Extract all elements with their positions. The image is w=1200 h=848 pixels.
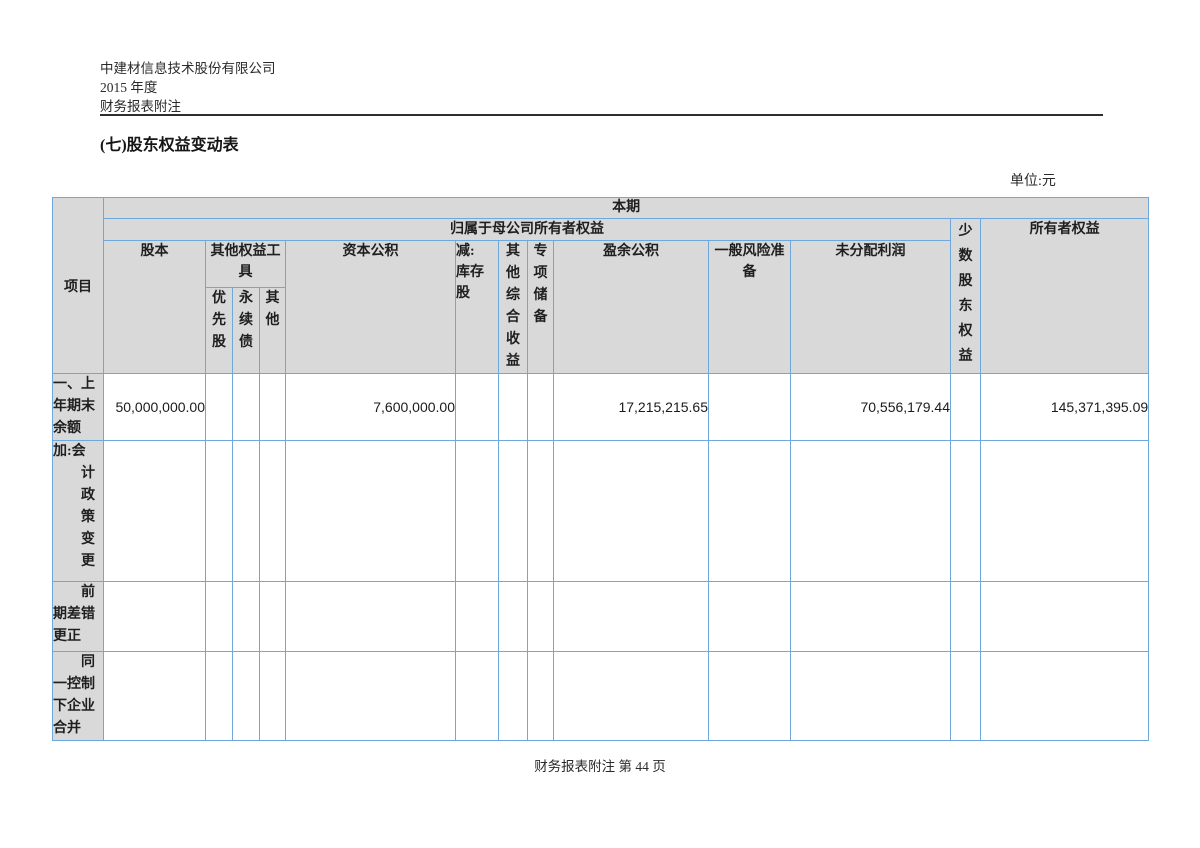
cell-preferred-shares <box>206 374 233 441</box>
cell-other-comprehensive-income <box>499 582 528 652</box>
cell-surplus-reserve: 17,215,215.65 <box>554 374 709 441</box>
header-current-period: 本期 <box>104 198 1149 219</box>
cell-capital-reserve <box>286 441 456 582</box>
cell-other-comprehensive-income <box>499 652 528 741</box>
cell-preferred-shares <box>206 582 233 652</box>
table-row-opening-balance: 一、上 年期末 余额 50,000,000.00 7,600,000.00 17… <box>53 374 1149 441</box>
header-surplus-reserve: 盈余公积 <box>554 241 709 374</box>
header-preferred-shares: 优 先 股 <box>206 287 233 373</box>
document-header: 中建材信息技术股份有限公司 2015 年度 财务报表附注 <box>100 59 276 116</box>
cell-capital-reserve <box>286 582 456 652</box>
cell-minority-interest <box>951 582 981 652</box>
cell-less-treasury-shares <box>456 441 499 582</box>
cell-special-reserve <box>528 374 554 441</box>
cell-share-capital <box>104 582 206 652</box>
header-perpetual-bonds: 永 续 债 <box>233 287 260 373</box>
header-capital-reserve: 资本公积 <box>286 241 456 374</box>
cell-other-comprehensive-income <box>499 374 528 441</box>
row-label: 一、上 年期末 余额 <box>53 374 104 441</box>
header-others: 其 他 <box>260 287 286 373</box>
table-row-prior-period-error-correction: 前 期差错 更正 <box>53 582 1149 652</box>
cell-special-reserve <box>528 652 554 741</box>
cell-special-reserve <box>528 441 554 582</box>
header-share-capital: 股本 <box>104 241 206 374</box>
cell-total-equity <box>981 652 1149 741</box>
cell-share-capital: 50,000,000.00 <box>104 374 206 441</box>
cell-undistributed-profit <box>791 652 951 741</box>
row-label: 同 一控制 下企业 合并 <box>53 652 104 741</box>
header-other-comprehensive-income: 其 他 综 合 收 益 <box>499 241 528 374</box>
cell-less-treasury-shares <box>456 652 499 741</box>
cell-others <box>260 582 286 652</box>
cell-capital-reserve <box>286 652 456 741</box>
equity-change-table: 项目 本期 归属于母公司所有者权益 少 数 股 东 权 益 所有者权益 股本 其… <box>52 197 1149 741</box>
cell-share-capital <box>104 441 206 582</box>
cell-perpetual-bonds <box>233 441 260 582</box>
row-label: 加:会 计 政 策 变 更 <box>53 441 104 582</box>
cell-perpetual-bonds <box>233 374 260 441</box>
cell-total-equity: 145,371,395.09 <box>981 374 1149 441</box>
header-less-treasury-shares: 减: 库存 股 <box>456 241 499 374</box>
cell-surplus-reserve <box>554 652 709 741</box>
cell-less-treasury-shares <box>456 582 499 652</box>
header-item: 项目 <box>53 198 104 374</box>
cell-surplus-reserve <box>554 582 709 652</box>
cell-general-risk-reserve <box>709 441 791 582</box>
cell-general-risk-reserve <box>709 652 791 741</box>
cell-total-equity <box>981 582 1149 652</box>
cell-general-risk-reserve <box>709 374 791 441</box>
page-footer: 财务报表附注 第 44 页 <box>0 755 1200 775</box>
cell-surplus-reserve <box>554 441 709 582</box>
header-minority-interest: 少 数 股 东 权 益 <box>951 219 981 374</box>
fiscal-year: 2015 年度 <box>100 78 276 97</box>
header-total-equity: 所有者权益 <box>981 219 1149 374</box>
cell-others <box>260 652 286 741</box>
cell-preferred-shares <box>206 652 233 741</box>
company-name: 中建材信息技术股份有限公司 <box>100 59 276 78</box>
cell-perpetual-bonds <box>233 652 260 741</box>
cell-special-reserve <box>528 582 554 652</box>
cell-general-risk-reserve <box>709 582 791 652</box>
header-divider <box>100 114 1103 116</box>
cell-total-equity <box>981 441 1149 582</box>
unit-label: 单位:元 <box>1010 170 1056 190</box>
header-general-risk-reserve: 一般风险准 备 <box>709 241 791 374</box>
cell-minority-interest <box>951 652 981 741</box>
cell-undistributed-profit: 70,556,179.44 <box>791 374 951 441</box>
cell-capital-reserve: 7,600,000.00 <box>286 374 456 441</box>
header-parent-equity: 归属于母公司所有者权益 <box>104 219 951 241</box>
cell-minority-interest <box>951 441 981 582</box>
section-title: (七)股东权益变动表 <box>100 131 239 155</box>
cell-minority-interest <box>951 374 981 441</box>
table-row-accounting-policy-change: 加:会 计 政 策 变 更 <box>53 441 1149 582</box>
cell-others <box>260 374 286 441</box>
table-row-business-combination-common-control: 同 一控制 下企业 合并 <box>53 652 1149 741</box>
cell-other-comprehensive-income <box>499 441 528 582</box>
cell-others <box>260 441 286 582</box>
cell-share-capital <box>104 652 206 741</box>
header-undistributed-profit: 未分配利润 <box>791 241 951 374</box>
cell-less-treasury-shares <box>456 374 499 441</box>
header-other-equity-instruments: 其他权益工 具 <box>206 241 286 288</box>
row-label: 前 期差错 更正 <box>53 582 104 652</box>
cell-undistributed-profit <box>791 582 951 652</box>
cell-undistributed-profit <box>791 441 951 582</box>
header-special-reserve: 专 项 储 备 <box>528 241 554 374</box>
cell-preferred-shares <box>206 441 233 582</box>
document-page: 中建材信息技术股份有限公司 2015 年度 财务报表附注 (七)股东权益变动表 … <box>0 0 1200 848</box>
cell-perpetual-bonds <box>233 582 260 652</box>
